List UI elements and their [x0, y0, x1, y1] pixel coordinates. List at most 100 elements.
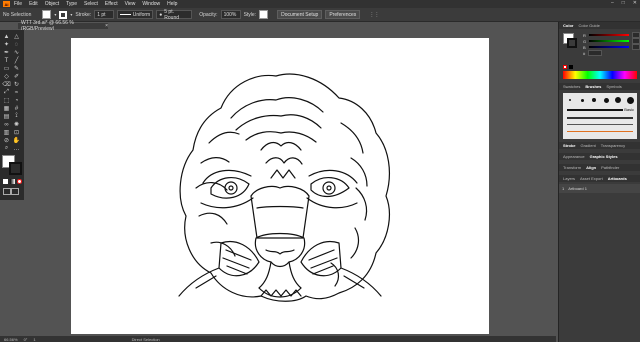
shaper-tool-icon[interactable]: ◇	[3, 73, 10, 80]
close-button[interactable]: ✕	[633, 0, 637, 6]
tab-color-guide[interactable]: Color Guide	[578, 23, 599, 28]
artboard-row[interactable]: 1 Artboard 1	[559, 184, 640, 193]
tab-symbols[interactable]: Symbols	[606, 84, 621, 89]
tab-brushes[interactable]: Brushes	[585, 84, 601, 89]
tab-artboards[interactable]: Artboards	[608, 176, 627, 181]
brush-stroke-tapered[interactable]	[567, 124, 633, 125]
menu-help[interactable]: Help	[167, 1, 177, 7]
gradient-tool-icon[interactable]: ▤	[3, 113, 10, 120]
color-spectrum[interactable]	[563, 71, 637, 79]
chevron-down-icon[interactable]: ▾	[70, 12, 72, 17]
tab-graphic-styles[interactable]: Graphic Styles	[590, 154, 618, 159]
tab-gradient[interactable]: Gradient	[580, 143, 595, 148]
chevron-down-icon[interactable]: ▾	[54, 12, 56, 17]
tab-stroke[interactable]: Stroke	[563, 143, 575, 148]
type-tool-icon[interactable]: T	[3, 57, 10, 64]
tab-layers[interactable]: Layers	[563, 176, 575, 181]
scale-tool-icon[interactable]: ⤢	[3, 89, 10, 96]
screen-mode-icon[interactable]	[11, 188, 19, 195]
close-icon[interactable]: ×	[105, 23, 108, 29]
line-tool-icon[interactable]: ╱	[13, 57, 20, 64]
direct-selection-tool-icon[interactable]: △	[13, 33, 20, 40]
menu-file[interactable]: File	[14, 1, 22, 7]
pencil-tool-icon[interactable]: ✐	[13, 73, 20, 80]
brush-stroke-arrow[interactable]	[567, 131, 633, 132]
brush-5pt[interactable]	[589, 95, 599, 105]
tab-swatches[interactable]: Swatches	[563, 84, 580, 89]
brush-stroke-charcoal[interactable]	[567, 117, 633, 119]
menu-select[interactable]: Select	[84, 1, 98, 7]
perspective-tool-icon[interactable]: ▦	[3, 105, 10, 112]
stroke-color-box[interactable]	[9, 162, 22, 175]
brush-10pt[interactable]	[613, 95, 623, 105]
menu-effect[interactable]: Effect	[105, 1, 118, 7]
r-slider[interactable]	[588, 34, 629, 36]
tab-pathfinder[interactable]: Pathfinder	[601, 165, 619, 170]
brush-3pt[interactable]	[577, 95, 587, 105]
zoom-tool-icon[interactable]: ⌕	[3, 145, 10, 152]
blend-tool-icon[interactable]: ∞	[3, 121, 10, 128]
menu-window[interactable]: Window	[142, 1, 160, 7]
color-mode-icon[interactable]	[3, 179, 8, 184]
draw-mode-icon[interactable]	[3, 188, 11, 195]
opacity-field[interactable]: 100%	[220, 10, 241, 19]
fill-stroke-widget[interactable]	[2, 155, 22, 175]
b-slider[interactable]	[588, 46, 629, 48]
eyedropper-tool-icon[interactable]: ⟟	[13, 113, 20, 120]
rectangle-tool-icon[interactable]: ▭	[3, 65, 10, 72]
magic-wand-tool-icon[interactable]: ✦	[3, 41, 10, 48]
gradient-mode-icon[interactable]	[10, 179, 15, 184]
menu-type[interactable]: Type	[66, 1, 77, 7]
hex-field[interactable]	[588, 50, 603, 56]
tab-asset-export[interactable]: Asset Export	[580, 176, 603, 181]
free-transform-tool-icon[interactable]: ⬚	[3, 97, 10, 104]
none-swatch-icon[interactable]	[563, 65, 567, 69]
artboard-navigator[interactable]: 1	[33, 337, 35, 342]
g-slider[interactable]	[589, 40, 630, 42]
fill-swatch[interactable]	[42, 10, 52, 19]
opacity-label[interactable]: Opacity:	[199, 12, 217, 18]
artboard[interactable]	[71, 38, 489, 334]
b-value-field[interactable]	[631, 44, 640, 50]
rotation-angle[interactable]: 0°	[24, 337, 28, 342]
curvature-tool-icon[interactable]: ∿	[13, 49, 20, 56]
mesh-tool-icon[interactable]: #	[13, 105, 20, 112]
brush-15pt[interactable]	[625, 95, 635, 105]
hand-tool-icon[interactable]: ✋	[13, 137, 20, 144]
tab-appearance[interactable]: Appearance	[563, 154, 585, 159]
menu-view[interactable]: View	[125, 1, 136, 7]
tab-transform[interactable]: Transform	[563, 165, 581, 170]
slice-tool-icon[interactable]: ⊘	[3, 137, 10, 144]
paintbrush-tool-icon[interactable]: ✎	[13, 65, 20, 72]
stroke-weight-field[interactable]: 1 pt	[94, 10, 115, 19]
arrange-documents-icon[interactable]: ⋮⋮	[369, 12, 379, 18]
none-mode-icon[interactable]	[17, 179, 22, 184]
brush-definition[interactable]: ● 5 pt. Round	[156, 9, 193, 21]
graphic-style-swatch[interactable]	[259, 10, 269, 19]
tiger-face-line-art[interactable]	[71, 38, 489, 334]
tab-align[interactable]: Align	[586, 165, 596, 170]
brush-stroke-basic[interactable]	[567, 109, 623, 111]
stroke-label[interactable]: Stroke:	[75, 12, 91, 18]
artboard-tool-icon[interactable]: ⊡	[13, 129, 20, 136]
mores-tool-icon[interactable]: …	[13, 145, 20, 152]
rotate-tool-icon[interactable]: ↻	[13, 81, 20, 88]
black-swatch[interactable]	[569, 65, 573, 69]
zoom-level[interactable]: 66.56%	[4, 337, 18, 342]
tab-color[interactable]: Color	[563, 23, 573, 28]
menu-object[interactable]: Object	[45, 1, 59, 7]
document-setup-button[interactable]: Document Setup	[277, 10, 323, 19]
document-tab[interactable]: WTT 3rd.ai* @ 66.56 % (RGB/Preview) ×	[18, 20, 108, 32]
maximize-button[interactable]: □	[622, 0, 625, 6]
selection-tool-icon[interactable]: ▲	[3, 33, 10, 40]
stroke-swatch[interactable]	[59, 10, 68, 19]
pen-tool-icon[interactable]: ✒	[3, 49, 10, 56]
warp-tool-icon[interactable]: ≈	[13, 89, 20, 96]
minimize-button[interactable]: –	[611, 0, 614, 6]
lasso-tool-icon[interactable]: ◌	[13, 41, 20, 48]
shape-builder-tool-icon[interactable]: ◔	[13, 97, 20, 104]
tab-transparency[interactable]: Transparency	[601, 143, 625, 148]
brush-7pt[interactable]	[601, 95, 611, 105]
menu-edit[interactable]: Edit	[29, 1, 38, 7]
graph-tool-icon[interactable]: ▥	[3, 129, 10, 136]
